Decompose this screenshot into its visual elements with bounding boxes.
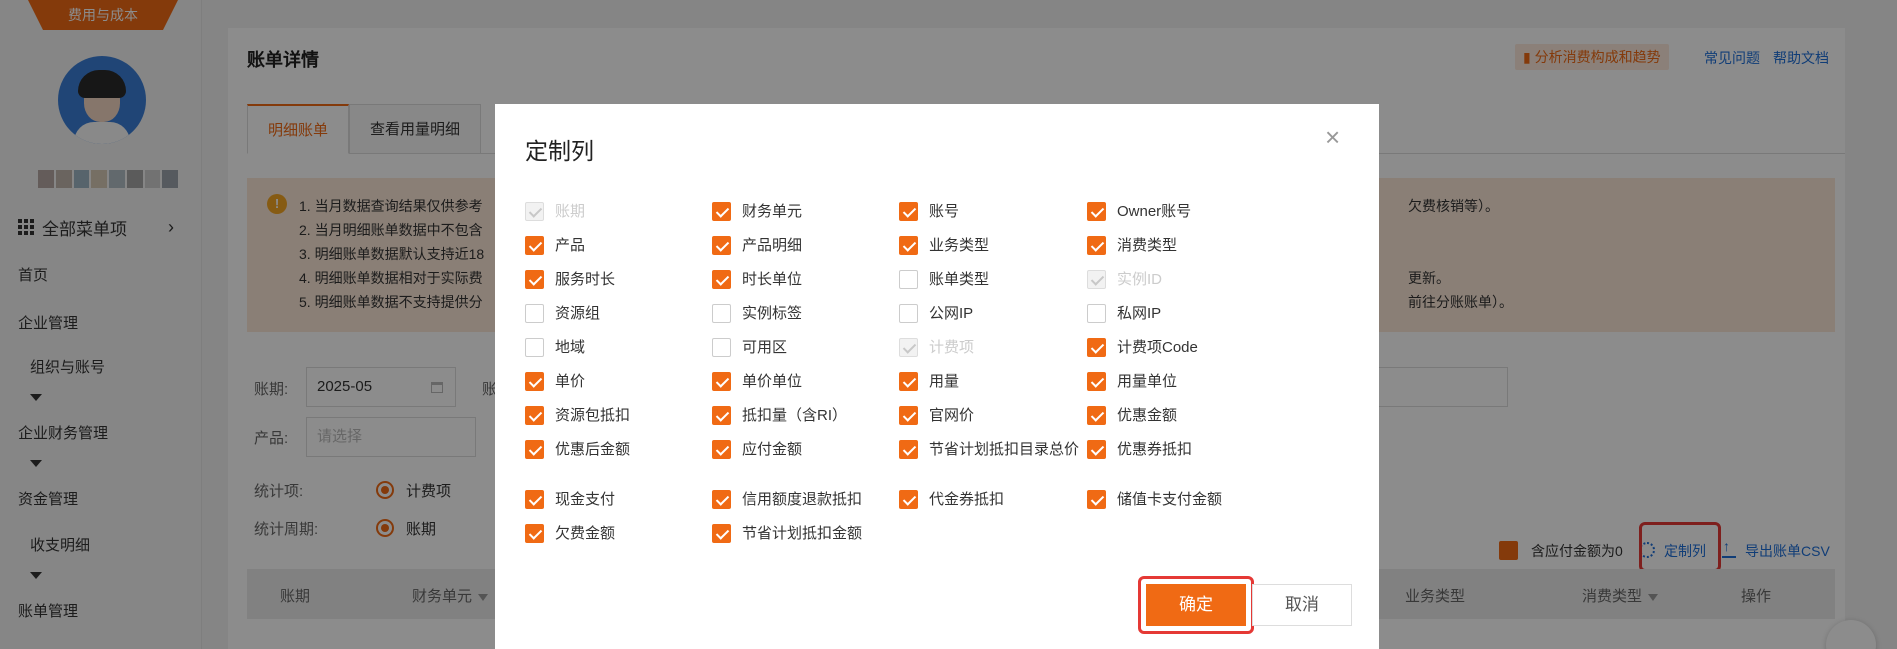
column-option-label: 可用区 [742, 339, 788, 356]
checkbox[interactable] [525, 524, 544, 543]
checkbox[interactable] [1087, 406, 1106, 425]
checkbox[interactable] [525, 338, 544, 357]
checkbox[interactable] [899, 202, 918, 221]
checkbox[interactable] [899, 270, 918, 289]
column-option-label: 产品 [555, 237, 586, 254]
customize-columns-dialog: 定制列 × 账期 财务单元 账号 Owner账号产品 产品明细 业务类型 消费类型服务时长 时… [495, 104, 1379, 649]
checkbox[interactable] [899, 304, 918, 323]
checkbox[interactable] [712, 202, 731, 221]
checkbox[interactable] [525, 304, 544, 323]
checkbox[interactable] [712, 406, 731, 425]
column-option-label: 现金支付 [555, 491, 616, 508]
column-option-label: Owner账号 [1117, 203, 1192, 220]
column-option-label: 消费类型 [1117, 237, 1178, 254]
checkbox[interactable] [1087, 490, 1106, 509]
column-option-label: 账单类型 [929, 271, 990, 288]
checkbox[interactable] [712, 270, 731, 289]
column-option-label: 产品明细 [742, 237, 803, 254]
column-option-label: 应付金额 [742, 441, 803, 458]
column-option-label: 地域 [555, 339, 586, 356]
column-option-label: 服务时长 [555, 271, 616, 288]
checkbox [1087, 270, 1106, 289]
column-option-label: 官网价 [929, 407, 975, 424]
checkbox[interactable] [712, 338, 731, 357]
column-option-label: 公网IP [929, 305, 974, 322]
column-option-label: 优惠后金额 [555, 441, 631, 458]
checkbox[interactable] [899, 490, 918, 509]
checkbox[interactable] [899, 440, 918, 459]
close-icon[interactable]: × [1325, 124, 1340, 150]
checkbox[interactable] [712, 236, 731, 255]
checkbox[interactable] [712, 372, 731, 391]
checkbox[interactable] [1087, 338, 1106, 357]
checkbox[interactable] [525, 236, 544, 255]
column-option-label: 单价 [555, 373, 586, 390]
checkbox[interactable] [525, 440, 544, 459]
column-option-label: 计费项Code [1117, 339, 1198, 356]
column-option-label: 计费项 [929, 339, 975, 356]
checkbox[interactable] [525, 406, 544, 425]
checkbox [899, 338, 918, 357]
checkbox[interactable] [1087, 304, 1106, 323]
column-option-label: 业务类型 [929, 237, 990, 254]
cancel-button[interactable]: 取消 [1252, 584, 1352, 626]
checkbox[interactable] [525, 372, 544, 391]
column-option-label: 抵扣量（含RI） [742, 407, 848, 424]
column-option-label: 用量单位 [1117, 373, 1178, 390]
checkbox[interactable] [525, 270, 544, 289]
checkbox[interactable] [712, 524, 731, 543]
column-option-label: 实例ID [1117, 271, 1163, 288]
checkbox[interactable] [899, 406, 918, 425]
column-option-label: 账号 [929, 203, 960, 220]
column-option-label: 欠费金额 [555, 525, 616, 542]
column-option-label: 节省计划抵扣金额 [742, 525, 863, 542]
column-option-label: 代金券抵扣 [929, 491, 1005, 508]
checkbox[interactable] [712, 440, 731, 459]
dialog-title: 定制列 [525, 138, 594, 164]
confirm-button[interactable]: 确定 [1146, 584, 1246, 626]
checkbox [525, 202, 544, 221]
checkbox[interactable] [1087, 372, 1106, 391]
column-option-label: 优惠券抵扣 [1117, 441, 1193, 458]
checkbox[interactable] [712, 490, 731, 509]
column-option-label: 用量 [929, 373, 960, 390]
column-option-label: 优惠金额 [1117, 407, 1178, 424]
column-option-label: 实例标签 [742, 305, 803, 322]
column-option-label: 节省计划抵扣目录总价 [929, 441, 1080, 458]
column-option-label: 财务单元 [742, 203, 803, 220]
column-option-label: 储值卡支付金额 [1117, 491, 1223, 508]
checkbox[interactable] [899, 372, 918, 391]
checkbox[interactable] [1087, 440, 1106, 459]
column-option-label: 资源包抵扣 [555, 407, 631, 424]
column-option-label: 资源组 [555, 305, 601, 322]
checkbox[interactable] [899, 236, 918, 255]
column-option-label: 信用额度退款抵扣 [742, 491, 863, 508]
column-option-label: 账期 [555, 203, 586, 220]
checkbox[interactable] [525, 490, 544, 509]
checkbox[interactable] [1087, 202, 1106, 221]
checkbox[interactable] [1087, 236, 1106, 255]
column-option-label: 时长单位 [742, 271, 803, 288]
checkbox[interactable] [712, 304, 731, 323]
column-option-label: 私网IP [1117, 305, 1162, 322]
column-option-label: 单价单位 [742, 373, 803, 390]
